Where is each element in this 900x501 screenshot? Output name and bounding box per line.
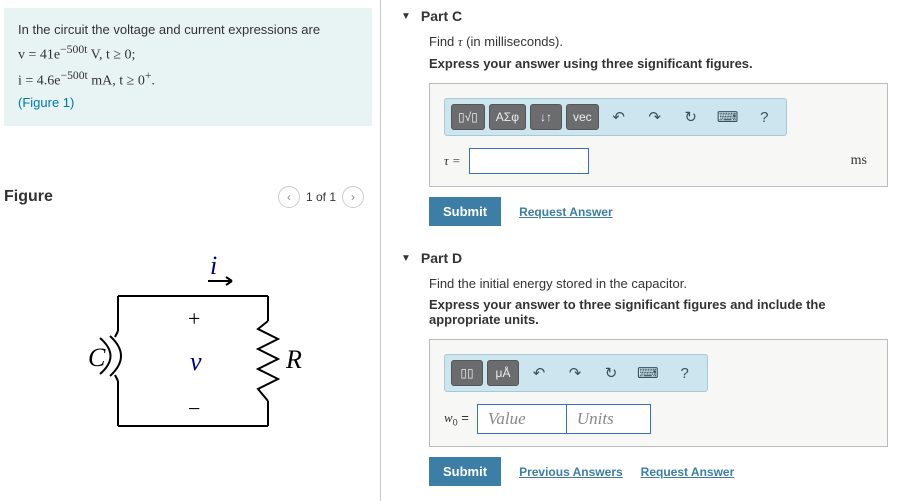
help-button[interactable]: ? (748, 104, 780, 130)
part-c-prompt: Find τ (in milliseconds). (429, 34, 888, 50)
keyboard-button[interactable]: ⌨ (631, 360, 665, 386)
equation-i: i = 4.6e−500t mA, t ≥ 0+. (18, 67, 358, 93)
part-c-header[interactable]: ▼ Part C (401, 4, 888, 34)
templates-button[interactable]: ▯√▯ (451, 104, 485, 130)
part-d-var-label: w0 = (444, 410, 469, 428)
part-d-submit-button[interactable]: Submit (429, 457, 501, 486)
label-c: C (88, 343, 106, 372)
label-minus: − (188, 396, 200, 421)
part-c-answer-box: ▯√▯ ΑΣφ ↓↑ vec ↶ ↷ ↻ ⌨ ? τ = ms (429, 83, 888, 187)
units-button[interactable]: μÅ (487, 360, 519, 386)
equation-v: v = 41e−500t V, t ≥ 0; (18, 41, 358, 67)
reset-button[interactable]: ↻ (595, 360, 627, 386)
greek-button[interactable]: ΑΣφ (489, 104, 526, 130)
caret-down-icon: ▼ (401, 11, 411, 22)
part-c-request-answer-link[interactable]: Request Answer (519, 205, 613, 219)
keyboard-button[interactable]: ⌨ (711, 104, 745, 130)
caret-down-icon: ▼ (401, 253, 411, 264)
part-d-header[interactable]: ▼ Part D (401, 246, 888, 276)
part-d-units-input[interactable]: Units (566, 404, 651, 434)
redo-button[interactable]: ↷ (559, 360, 591, 386)
part-d-instruct: Express your answer to three significant… (429, 297, 888, 327)
label-plus: + (188, 306, 200, 331)
part-c-unit: ms (851, 153, 873, 169)
circuit-diagram: i C R v + − (58, 226, 318, 456)
part-d-prompt: Find the initial energy stored in the ca… (429, 276, 888, 291)
part-c-var-label: τ = (444, 153, 461, 169)
part-d-toolbar: ▯▯ μÅ ↶ ↷ ↻ ⌨ ? (444, 354, 708, 392)
problem-statement: In the circuit the voltage and current e… (4, 8, 372, 126)
label-v: v (190, 347, 202, 376)
part-d-request-answer-link[interactable]: Request Answer (641, 465, 735, 479)
part-c-toolbar: ▯√▯ ΑΣφ ↓↑ vec ↶ ↷ ↻ ⌨ ? (444, 98, 787, 136)
part-c-title: Part C (421, 8, 462, 24)
reset-button[interactable]: ↻ (675, 104, 707, 130)
redo-button[interactable]: ↷ (639, 104, 671, 130)
problem-intro: In the circuit the voltage and current e… (18, 20, 358, 41)
figure-pager: ‹ 1 of 1 › (278, 186, 364, 208)
vec-button[interactable]: vec (566, 104, 599, 130)
help-button[interactable]: ? (669, 360, 701, 386)
figure-title: Figure (4, 188, 53, 206)
part-c-instruct: Express your answer using three signific… (429, 56, 888, 71)
figure-next-button[interactable]: › (342, 186, 364, 208)
undo-button[interactable]: ↶ (603, 104, 635, 130)
part-d-answer-box: ▯▯ μÅ ↶ ↷ ↻ ⌨ ? w0 = Value Units (429, 339, 888, 447)
part-d-previous-answers-link[interactable]: Previous Answers (519, 465, 623, 479)
figure-page-label: 1 of 1 (306, 190, 336, 204)
subscript-button[interactable]: ↓↑ (530, 104, 562, 130)
figure-link[interactable]: (Figure 1) (18, 95, 74, 110)
part-c-input[interactable] (469, 148, 589, 174)
figure-prev-button[interactable]: ‹ (278, 186, 300, 208)
part-d-title: Part D (421, 250, 462, 266)
part-c-submit-button[interactable]: Submit (429, 197, 501, 226)
label-i: i (210, 251, 217, 280)
templates-button[interactable]: ▯▯ (451, 360, 483, 386)
undo-button[interactable]: ↶ (523, 360, 555, 386)
part-d-value-input[interactable]: Value (477, 404, 567, 434)
label-r: R (285, 345, 302, 374)
